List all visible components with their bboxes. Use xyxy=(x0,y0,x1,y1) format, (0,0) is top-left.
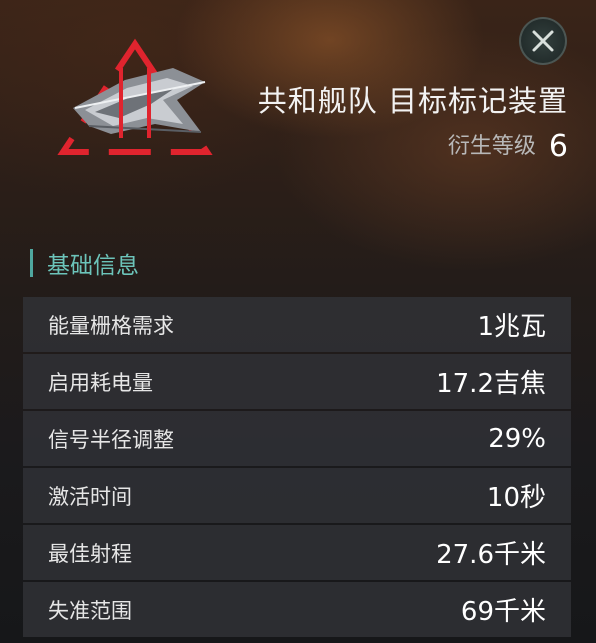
attribute-value: 27.6千米 xyxy=(436,540,546,570)
attribute-name: 启用耗电量 xyxy=(48,370,153,395)
attribute-name: 信号半径调整 xyxy=(48,427,174,452)
meta-level-label: 衍生等级 xyxy=(447,134,536,159)
attribute-name: 激活时间 xyxy=(48,484,132,509)
close-button[interactable] xyxy=(519,17,567,65)
attribute-list: 能量栅格需求 1兆瓦 启用耗电量 17.2吉焦 信号半径调整 29% 激活时间 … xyxy=(23,297,571,639)
target-marker-ship-icon xyxy=(57,38,213,155)
attribute-name: 能量栅格需求 xyxy=(48,313,174,338)
attribute-value: 1兆瓦 xyxy=(477,312,546,342)
item-title: 共和舰队 目标标记装置 xyxy=(257,84,568,118)
close-icon xyxy=(532,30,554,52)
meta-level: 衍生等级 6 xyxy=(448,128,568,164)
attribute-value: 10秒 xyxy=(486,483,546,513)
meta-level-value: 6 xyxy=(548,129,568,164)
attribute-row-optimal-range: 最佳射程 27.6千米 xyxy=(23,525,571,580)
section-accent-bar xyxy=(30,249,33,277)
attribute-value: 29% xyxy=(488,423,546,454)
item-info-panel: 共和舰队 目标标记装置 衍生等级 6 基础信息 能量栅格需求 1兆瓦 启用耗电量… xyxy=(0,0,596,643)
attribute-row-power-grid: 能量栅格需求 1兆瓦 xyxy=(23,297,571,352)
attribute-name: 失准范围 xyxy=(48,598,132,623)
attribute-row-activation-time: 激活时间 10秒 xyxy=(23,468,571,523)
attribute-row-signature-radius: 信号半径调整 29% xyxy=(23,411,571,466)
attribute-value: 17.2吉焦 xyxy=(436,369,546,399)
section-title: 基础信息 xyxy=(47,253,139,279)
attribute-name: 最佳射程 xyxy=(48,541,132,566)
attribute-row-falloff: 失准范围 69千米 xyxy=(23,582,571,637)
attribute-row-activation-cost: 启用耗电量 17.2吉焦 xyxy=(23,354,571,409)
section-header: 基础信息 xyxy=(30,249,139,279)
attribute-value: 69千米 xyxy=(460,597,546,627)
